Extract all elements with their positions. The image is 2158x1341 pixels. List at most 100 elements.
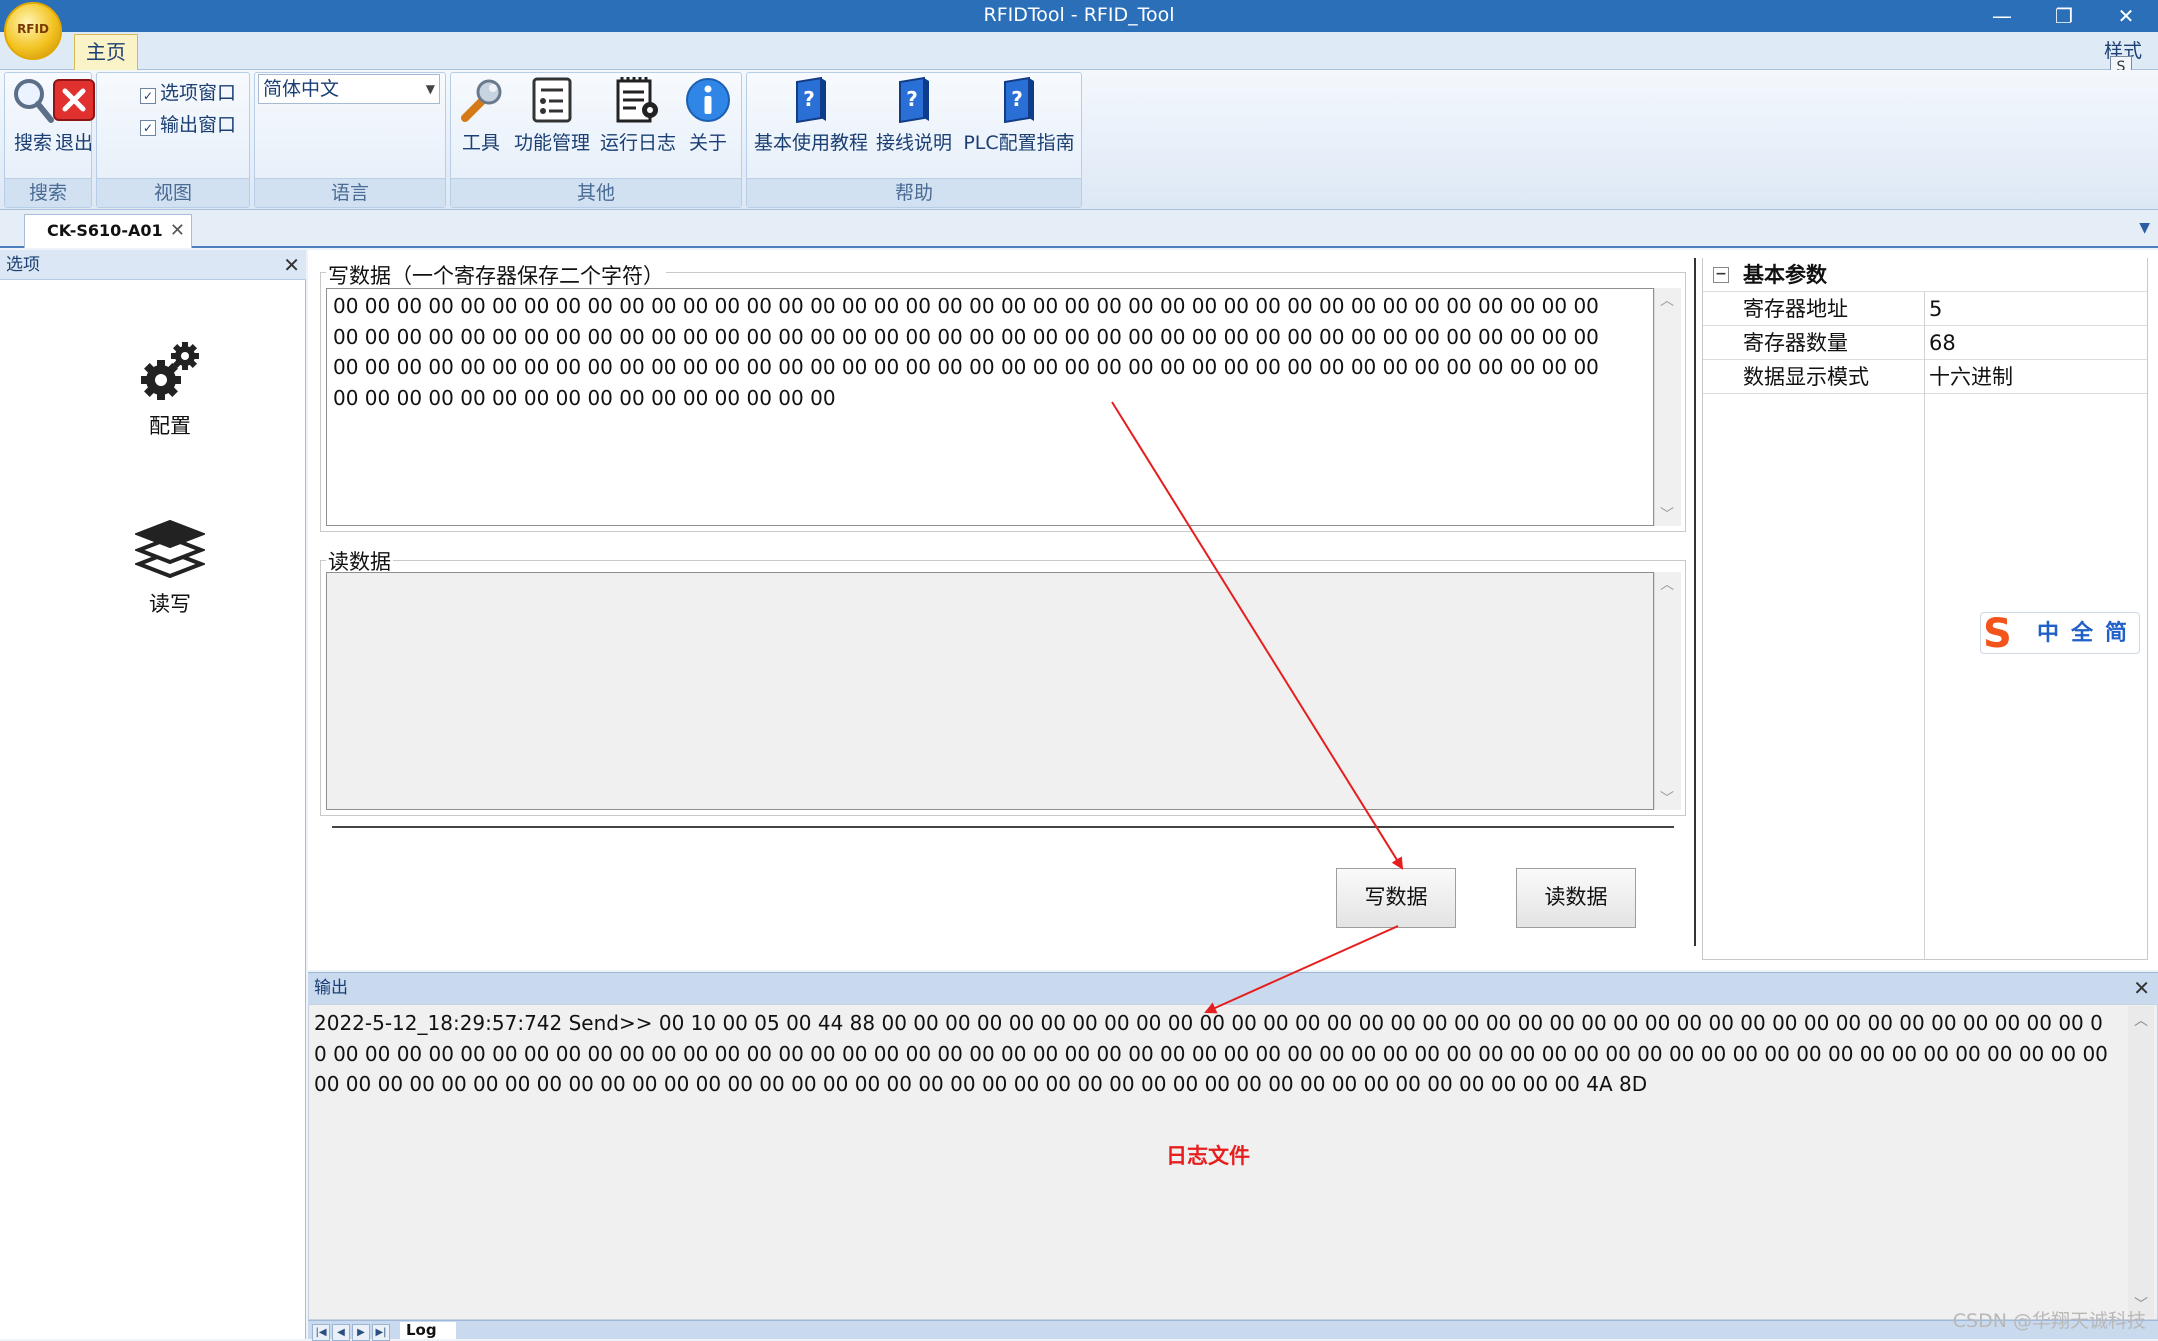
document-tab-strip xyxy=(0,210,2158,248)
output-tab-strip xyxy=(308,1320,2158,1339)
svg-text:?: ? xyxy=(803,87,815,111)
group-label-search: 搜索 xyxy=(5,178,91,207)
function-manage-button[interactable]: 功能管理 xyxy=(510,76,594,155)
read-data-scrollbar[interactable]: ︿ ﹀ xyxy=(1654,572,1681,810)
ime-mode-text: 中全简 xyxy=(2037,621,2140,646)
language-select[interactable]: 简体中文 ▼ xyxy=(258,74,440,104)
function-manage-label: 功能管理 xyxy=(513,132,590,154)
chevron-down-icon: ▼ xyxy=(425,82,435,96)
options-panel-header: 选项 ✕ xyxy=(0,250,306,280)
wiring-label: 接线说明 xyxy=(875,132,952,154)
ime-toolbar[interactable]: S 中全简 xyxy=(1980,611,2140,657)
read-data-button[interactable]: 读数据 xyxy=(1516,868,1636,928)
annotation-log-file: 日志文件 xyxy=(1166,1144,1250,1168)
about-button[interactable]: 关于 xyxy=(682,76,734,155)
group-label-view: 视图 xyxy=(97,178,249,207)
write-data-textarea[interactable]: 00 00 00 00 00 00 00 00 00 00 00 00 00 0… xyxy=(326,288,1654,526)
exit-button-label: 退出 xyxy=(54,132,93,154)
exit-button[interactable]: 退出 xyxy=(52,76,96,155)
help-book-icon: ? xyxy=(899,76,929,124)
group-label-help: 帮助 xyxy=(747,178,1081,207)
first-tab-icon[interactable]: |◀ xyxy=(312,1324,330,1341)
property-row[interactable]: 数据显示模式 十六进制 xyxy=(1703,360,2147,394)
nav-item-read-write[interactable]: 读写 xyxy=(120,518,220,618)
output-panel-title: 输出 xyxy=(314,978,348,998)
property-row[interactable]: 寄存器数量 68 xyxy=(1703,326,2147,360)
run-log-button[interactable]: 运行日志 xyxy=(596,76,680,155)
app-logo-button[interactable]: RFID xyxy=(4,2,62,60)
splitter[interactable] xyxy=(1694,258,1696,946)
info-icon xyxy=(686,78,730,122)
tab-ck-s610-a01[interactable]: CK-S610-A01 ✕ xyxy=(24,214,192,248)
property-key: 数据显示模式 xyxy=(1743,365,1869,389)
plc-guide-button[interactable]: ? PLC配置指南 xyxy=(958,76,1080,155)
exit-icon xyxy=(53,79,95,121)
language-select-value: 简体中文 xyxy=(263,78,340,100)
close-tab-icon[interactable]: ✕ xyxy=(170,215,185,247)
tab-log[interactable]: Log xyxy=(400,1322,456,1339)
property-value[interactable]: 十六进制 xyxy=(1929,360,2013,394)
output-scrollbar[interactable]: ︿ ﹀ xyxy=(2128,1006,2154,1318)
property-row[interactable]: 寄存器地址 5 xyxy=(1703,292,2147,326)
nav-config-label: 配置 xyxy=(149,414,191,438)
check-icon: ✓ xyxy=(140,120,156,136)
title-bar: RFIDTool - RFID_Tool — ❐ ✕ xyxy=(0,0,2158,32)
check-icon: ✓ xyxy=(140,88,156,104)
collapse-icon[interactable]: − xyxy=(1713,267,1729,283)
property-group-title: 基本参数 xyxy=(1743,263,1827,287)
doc-tab-label: CK-S610-A01 xyxy=(47,221,163,240)
logo-text: RFID xyxy=(17,22,49,36)
scroll-up-icon[interactable]: ︿ xyxy=(1655,574,1679,594)
scroll-down-icon[interactable]: ﹀ xyxy=(1655,504,1679,524)
group-label-other: 其他 xyxy=(451,178,741,207)
options-window-label: 选项窗口 xyxy=(160,82,237,104)
scroll-down-icon[interactable]: ﹀ xyxy=(1655,788,1679,808)
tab-home[interactable]: 主页 xyxy=(74,34,138,70)
tools-button[interactable]: 工具 xyxy=(456,76,506,155)
scroll-up-icon[interactable]: ︿ xyxy=(2128,1010,2154,1030)
output-window-checkbox[interactable]: ✓ 输出窗口 xyxy=(140,110,236,137)
help-book-icon: ? xyxy=(796,76,826,124)
read-data-textarea[interactable] xyxy=(326,572,1654,810)
next-tab-icon[interactable]: ▶ xyxy=(352,1324,370,1341)
divider xyxy=(332,826,1674,828)
log-settings-icon xyxy=(616,77,658,123)
property-column-divider xyxy=(1924,292,1925,960)
property-key: 寄存器数量 xyxy=(1743,331,1848,355)
group-label-language: 语言 xyxy=(255,178,445,207)
wrench-icon xyxy=(461,79,502,122)
svg-text:?: ? xyxy=(1011,87,1023,111)
minimize-button[interactable]: — xyxy=(1972,0,2032,32)
about-button-label: 关于 xyxy=(688,132,727,154)
basic-tutorial-button[interactable]: ? 基本使用教程 xyxy=(750,76,872,155)
search-button-label: 搜索 xyxy=(13,132,52,154)
prev-tab-icon[interactable]: ◀ xyxy=(332,1324,350,1341)
restore-button[interactable]: ❐ xyxy=(2034,0,2094,32)
tools-button-label: 工具 xyxy=(461,132,500,154)
property-value[interactable]: 68 xyxy=(1929,326,1956,360)
wiring-button[interactable]: ? 接线说明 xyxy=(874,76,954,155)
search-button[interactable]: 搜索 xyxy=(10,76,56,155)
options-window-checkbox[interactable]: ✓ 选项窗口 xyxy=(140,78,236,105)
write-data-scrollbar[interactable]: ︿ ﹀ xyxy=(1654,288,1681,526)
write-data-text: 00 00 00 00 00 00 00 00 00 00 00 00 00 0… xyxy=(333,294,1599,410)
property-group-basic[interactable]: − 基本参数 xyxy=(1703,258,2147,292)
run-log-label: 运行日志 xyxy=(599,132,676,154)
tab-list-dropdown-icon[interactable]: ▼ xyxy=(2139,220,2150,236)
close-button[interactable]: ✕ xyxy=(2096,0,2156,32)
close-panel-icon[interactable]: ✕ xyxy=(283,250,300,280)
watermark: CSDN @华翔天诚科技 xyxy=(1952,1310,2146,1332)
write-data-button[interactable]: 写数据 xyxy=(1336,868,1456,928)
help-book-icon: ? xyxy=(1004,76,1034,124)
close-panel-icon[interactable]: ✕ xyxy=(2133,973,2150,1003)
ime-logo-icon: S xyxy=(1983,611,2012,657)
basic-tutorial-label: 基本使用教程 xyxy=(753,132,868,154)
scroll-up-icon[interactable]: ︿ xyxy=(1655,290,1679,310)
property-value[interactable]: 5 xyxy=(1929,292,1942,326)
write-data-legend: 写数据（一个寄存器保存二个字符） xyxy=(326,260,666,290)
nav-item-config[interactable]: 配置 xyxy=(120,336,220,440)
magnifier-icon xyxy=(14,79,54,123)
last-tab-icon[interactable]: ▶| xyxy=(372,1324,390,1341)
property-key: 寄存器地址 xyxy=(1743,297,1848,321)
window-title: RFIDTool - RFID_Tool xyxy=(983,4,1175,26)
